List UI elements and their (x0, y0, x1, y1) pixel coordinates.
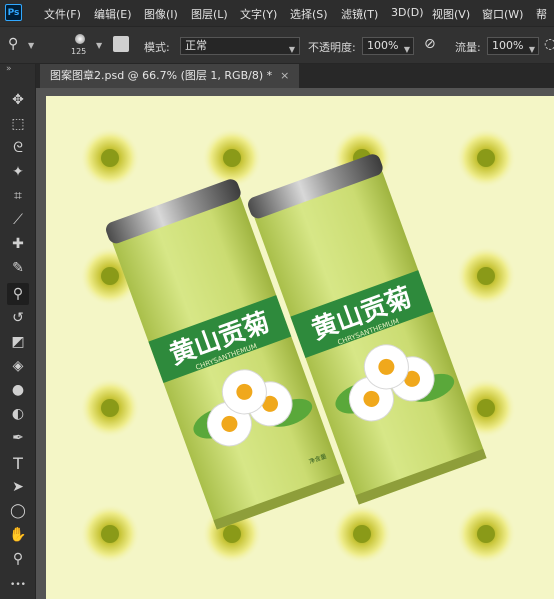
document-tab-bar: 图案图章2.psd @ 66.7% (图层 1, RGB/8) * × (36, 64, 554, 88)
crop-tool-icon[interactable]: ⌗ (7, 185, 29, 207)
move-tool-icon[interactable]: ✥ (7, 89, 29, 111)
path-selection-tool-icon[interactable]: ➤ (7, 476, 29, 498)
opacity-value: 100% (367, 39, 399, 52)
opacity-label: 不透明度: (308, 41, 356, 54)
airbrush-icon[interactable]: ◌ (544, 36, 554, 52)
opacity-input[interactable]: 100% ▼ (362, 37, 414, 55)
healing-brush-tool-icon[interactable]: ✚ (7, 233, 29, 255)
menu-help[interactable]: 帮 (536, 6, 547, 22)
menu-edit[interactable]: 编辑(E) (94, 6, 132, 22)
dodge-tool-icon[interactable]: ◐ (7, 403, 29, 425)
menu-3d[interactable]: 3D(D) (391, 6, 424, 19)
more-tools-icon[interactable]: ••• (7, 574, 29, 596)
menu-select[interactable]: 选择(S) (290, 6, 328, 22)
blur-tool-icon[interactable]: ● (7, 379, 29, 401)
history-brush-tool-icon[interactable]: ↺ (7, 307, 29, 329)
menu-file[interactable]: 文件(F) (44, 6, 81, 22)
pen-tool-icon[interactable]: ✒ (7, 427, 29, 449)
menu-bar: Ps 文件(F) 编辑(E) 图像(I) 图层(L) 文字(Y) 选择(S) 滤… (0, 0, 554, 26)
options-bar: ⚲ ▼ 125 ▼ 模式: 正常 ▼ 不透明度: 100% ▼ ⊘ 流量: 10… (0, 26, 554, 64)
menu-type[interactable]: 文字(Y) (240, 6, 277, 22)
lasso-tool-icon[interactable]: ᘓ (7, 137, 29, 159)
chevron-down-icon[interactable]: ▼ (96, 41, 102, 50)
magic-wand-tool-icon[interactable]: ✦ (7, 161, 29, 183)
brush-settings-icon[interactable] (113, 36, 129, 52)
chevron-down-icon: ▼ (528, 45, 535, 54)
chevron-down-icon[interactable]: ▼ (28, 41, 34, 50)
close-icon[interactable]: × (280, 69, 289, 82)
document-tab-title: 图案图章2.psd @ 66.7% (图层 1, RGB/8) * (50, 69, 273, 82)
collapse-icon[interactable]: » (6, 64, 12, 74)
document-tab[interactable]: 图案图章2.psd @ 66.7% (图层 1, RGB/8) * × (40, 64, 300, 88)
menu-image[interactable]: 图像(I) (144, 6, 178, 22)
flow-value: 100% (492, 39, 524, 52)
pattern-stamp-tool-icon[interactable]: ⚲ (7, 283, 29, 305)
menu-filter[interactable]: 滤镜(T) (341, 6, 378, 22)
canvas-artwork: 黄山贡菊 CHRYSANTHEMUM 净含量 黄山贡菊 CHRYSANTHEMU… (80, 128, 516, 564)
zoom-tool-icon[interactable]: ⚲ (7, 548, 29, 570)
photoshop-logo-icon: Ps (5, 4, 22, 21)
flow-label: 流量: (455, 41, 481, 54)
hand-tool-icon[interactable]: ✋ (7, 524, 29, 546)
paint-bucket-tool-icon[interactable]: ◈ (7, 355, 29, 377)
tools-panel: » ✥ ⬚ ᘓ ✦ ⌗ ⟋ ✚ ✎ ⚲ ↺ ◩ ◈ ● ◐ ✒ T ➤ ◯ ✋ … (0, 64, 36, 599)
chevron-down-icon: ▼ (288, 45, 295, 54)
mode-label: 模式: (144, 41, 170, 54)
eraser-tool-icon[interactable]: ◩ (7, 331, 29, 353)
ellipse-tool-icon[interactable]: ◯ (7, 500, 29, 522)
document-canvas[interactable]: 黄山贡菊 CHRYSANTHEMUM 净含量 黄山贡菊 CHRYSANTHEMU… (46, 96, 554, 599)
mode-select[interactable]: 正常 ▼ (180, 37, 300, 55)
menu-layer[interactable]: 图层(L) (191, 6, 228, 22)
pressure-opacity-icon[interactable]: ⊘ (424, 36, 436, 52)
flow-input[interactable]: 100% ▼ (487, 37, 539, 55)
brush-preview-icon[interactable] (75, 34, 85, 44)
eyedropper-tool-icon[interactable]: ⟋ (7, 209, 29, 231)
menu-window[interactable]: 窗口(W) (482, 6, 523, 22)
menu-view[interactable]: 视图(V) (432, 6, 470, 22)
pattern-stamp-preset-icon[interactable]: ⚲ (8, 36, 18, 52)
type-tool-icon[interactable]: T (7, 452, 29, 474)
marquee-tool-icon[interactable]: ⬚ (7, 113, 29, 135)
brush-size: 125 (71, 47, 87, 56)
brush-tool-icon[interactable]: ✎ (7, 257, 29, 279)
chevron-down-icon: ▼ (403, 45, 410, 54)
mode-value: 正常 (185, 39, 207, 52)
